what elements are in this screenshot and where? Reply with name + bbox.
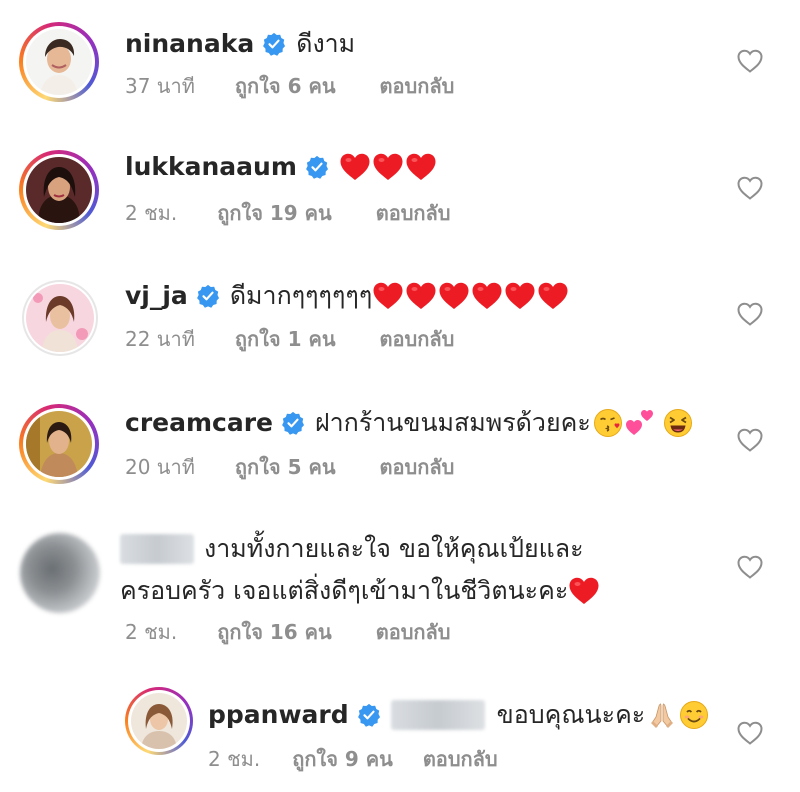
verified-badge-icon xyxy=(305,155,329,179)
smiling-face-emoji xyxy=(679,700,709,730)
comment-likes-count[interactable]: ถูกใจ 9 คน xyxy=(292,745,393,773)
comment-text: ขอบคุณนะคะ xyxy=(496,700,646,729)
avatar[interactable] xyxy=(19,22,99,102)
verified-badge-icon xyxy=(357,703,381,727)
comment-likes-count[interactable]: ถูกใจ 5 คน xyxy=(235,453,336,481)
heart-outline-icon[interactable] xyxy=(736,427,764,453)
kissing-face-emoji xyxy=(593,408,623,438)
comment-text: ดีงาม xyxy=(296,29,356,58)
comment-time: 2 ชม. xyxy=(208,747,261,771)
reply-button[interactable]: ตอบกลับ xyxy=(376,618,451,646)
comment-time: 2 ชม. xyxy=(125,201,178,225)
heart-outline-icon[interactable] xyxy=(736,175,764,201)
comment-likes-count[interactable]: ถูกใจ 1 คน xyxy=(235,325,336,353)
red-heart-emoji xyxy=(372,281,404,311)
comment-likes-count[interactable]: ถูกใจ 19 คน xyxy=(217,199,332,227)
reply-button[interactable]: ตอบกลับ xyxy=(380,325,455,353)
comment-text: ฝากร้านขนมสมพรด้วยคะ xyxy=(315,408,591,437)
comment-username[interactable]: ninanaka xyxy=(125,27,254,61)
blurred-mention[interactable] xyxy=(390,700,485,730)
comment-time: 37 นาที xyxy=(125,74,195,98)
comment-text-line2: ครอบครัว เจอแต่สิ่งดีๆเข้ามาในชีวิตนะคะ xyxy=(120,576,569,605)
avatar[interactable] xyxy=(22,280,98,356)
comment-item: งามทั้งกายและใจ ขอให้คุณเป้ยและ ครอบครัว… xyxy=(0,515,800,665)
comment-username[interactable]: ppanward xyxy=(208,698,349,732)
comment-text: ดีมากๆๆๆๆๆๆ xyxy=(229,281,373,310)
avatar[interactable] xyxy=(125,687,193,755)
comment-likes-count[interactable]: ถูกใจ 6 คน xyxy=(235,72,336,100)
comment-likes-count[interactable]: ถูกใจ 16 คน xyxy=(217,618,332,646)
comment-text-line1: งามทั้งกายและใจ ขอให้คุณเป้ยและ xyxy=(204,534,584,563)
red-heart-emoji xyxy=(438,281,470,311)
avatar[interactable] xyxy=(20,533,100,613)
comment-item: creamcare ฝากร้านขนมสมพรด้วยคะ 20 นาที ถ… xyxy=(0,385,800,515)
comment-username[interactable]: creamcare xyxy=(125,406,273,440)
comment-username[interactable]: vj_ja xyxy=(125,279,188,313)
avatar[interactable] xyxy=(19,150,99,230)
red-heart-emoji xyxy=(405,281,437,311)
red-heart-emoji xyxy=(568,576,600,606)
comment-time: 2 ชม. xyxy=(125,620,178,644)
blurred-username[interactable] xyxy=(120,534,194,564)
reply-button[interactable]: ตอบกลับ xyxy=(423,745,498,773)
avatar[interactable] xyxy=(19,404,99,484)
comment-time: 22 นาที xyxy=(125,327,195,351)
comment-time: 20 นาที xyxy=(125,455,195,479)
comment-item: vj_ja ดีมากๆๆๆๆๆๆ 22 นาที ถูกใจ 1 คน ตอบ… xyxy=(0,255,800,385)
red-heart-emoji xyxy=(471,281,503,311)
red-heart-emoji xyxy=(405,152,437,182)
heart-outline-icon[interactable] xyxy=(736,720,764,746)
red-heart-emoji xyxy=(372,152,404,182)
comment-item: lukkanaaum 2 ชม. ถูกใจ 19 คน ตอบกลับ xyxy=(0,130,800,255)
reply-button[interactable]: ตอบกลับ xyxy=(376,199,451,227)
comment-item: ppanward ขอบคุณนะคะ 2 ชม. ถูกใจ 9 คน ตอบ… xyxy=(0,665,800,792)
heart-outline-icon[interactable] xyxy=(736,301,764,327)
verified-badge-icon xyxy=(281,411,305,435)
red-heart-emoji xyxy=(504,281,536,311)
heart-outline-icon[interactable] xyxy=(736,554,764,580)
laughing-face-emoji xyxy=(663,408,693,438)
verified-badge-icon xyxy=(262,32,286,56)
reply-button[interactable]: ตอบกลับ xyxy=(380,453,455,481)
heart-outline-icon[interactable] xyxy=(736,48,764,74)
comment-username[interactable]: lukkanaaum xyxy=(125,150,297,184)
red-heart-emoji xyxy=(339,152,371,182)
two-hearts-emoji xyxy=(625,408,655,438)
reply-button[interactable]: ตอบกลับ xyxy=(380,72,455,100)
folded-hands-emoji xyxy=(647,700,677,730)
verified-badge-icon xyxy=(196,284,220,308)
red-heart-emoji xyxy=(537,281,569,311)
comment-item: ninanaka ดีงาม 37 นาที ถูกใจ 6 คน ตอบกลั… xyxy=(0,0,800,130)
